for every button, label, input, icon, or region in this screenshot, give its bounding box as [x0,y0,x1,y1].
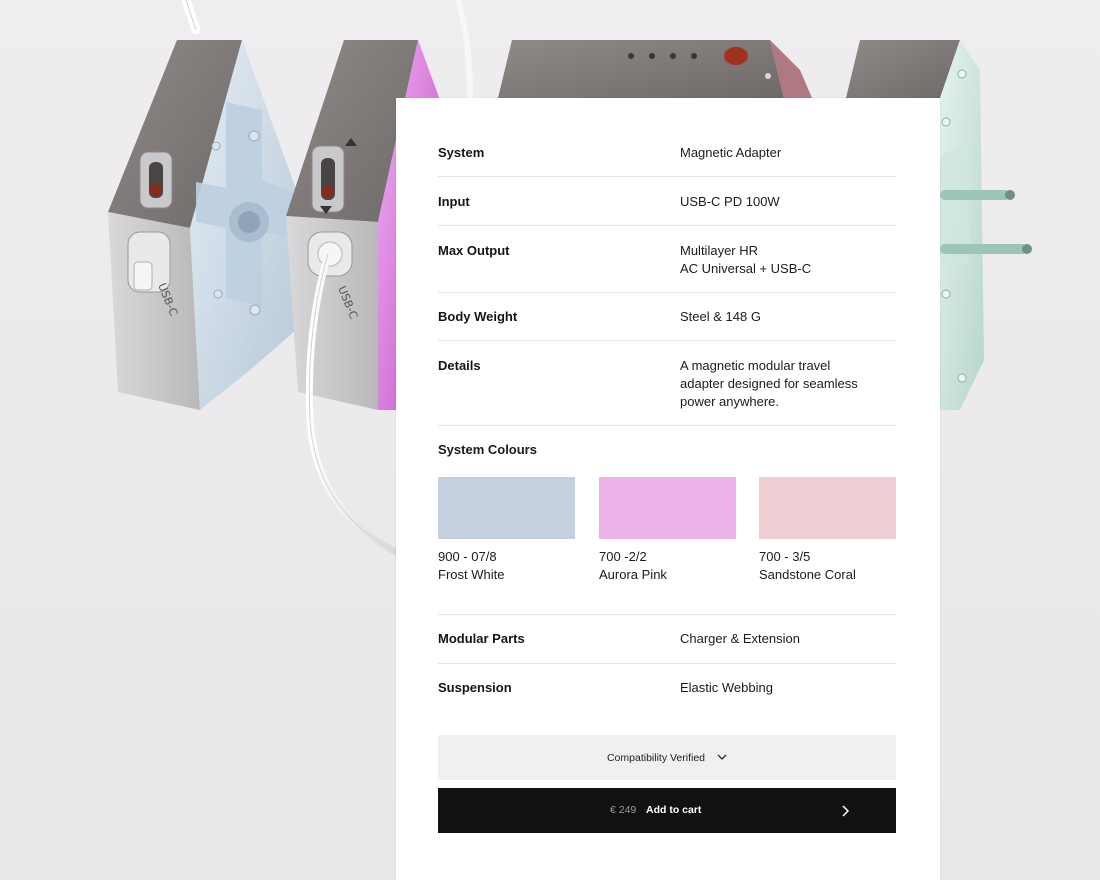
divider [438,340,896,341]
swatch-frost-white[interactable] [438,477,575,539]
spec-value-line: A magnetic modular travel [680,358,831,373]
divider [438,425,896,426]
divider [438,614,896,615]
spec-value-line: Multilayer HR [680,243,759,258]
swatch-name: Aurora Pink [599,567,667,582]
divider [438,225,896,226]
spec-value: USB-C PD 100W [680,194,780,209]
divider [438,176,896,177]
spec-value-line: power anywhere. [680,394,779,409]
compatibility-label: Compatibility Verified [606,751,706,764]
chevron-down-icon [717,754,727,760]
module-coral [498,40,812,98]
spec-value-line: adapter designed for seamless [680,376,858,391]
spec-value: Elastic Webbing [680,680,773,695]
swatch-name: Frost White [438,567,505,582]
spec-value: Steel & 148 G [680,309,761,324]
spec-card: System Magnetic Adapter Input USB-C PD 1… [396,98,940,880]
spec-label: Modular Parts [438,631,525,646]
price-label: € 249 [610,804,637,816]
spec-value: Multilayer HR AC Universal + USB-C [680,242,896,278]
chevron-right-icon [842,805,850,817]
spec-label: Body Weight [438,309,518,324]
swatch-code: 700 -2/2 [599,549,647,564]
module-frost: USB-C [108,40,300,410]
spec-label: System [438,145,485,160]
spec-label: Max Output [438,243,510,258]
spec-label: Input [438,194,470,209]
spec-label: Details [438,358,481,373]
spec-value: Magnetic Adapter [680,145,782,160]
swatch-name: Sandstone Coral [759,567,856,582]
swatch-code: 900 - 07/8 [438,549,497,564]
swatch-code: 700 - 3/5 [759,549,811,564]
spec-label: Suspension [438,680,512,695]
spec-value: A magnetic modular travel adapter design… [680,357,896,411]
divider [438,663,896,664]
colours-heading: System Colours [438,442,537,457]
swatch-aurora-pink[interactable] [599,477,736,539]
swatch-sandstone-coral[interactable] [759,477,896,539]
divider [438,292,896,293]
spec-value-line: AC Universal + USB-C [680,261,812,276]
add-to-cart-label: Add to cart [646,804,702,816]
add-to-cart-button[interactable]: € 249 Add to cart [438,788,896,833]
spec-value: Charger & Extension [680,631,800,646]
compatibility-dropdown[interactable]: Compatibility Verified [438,735,896,780]
